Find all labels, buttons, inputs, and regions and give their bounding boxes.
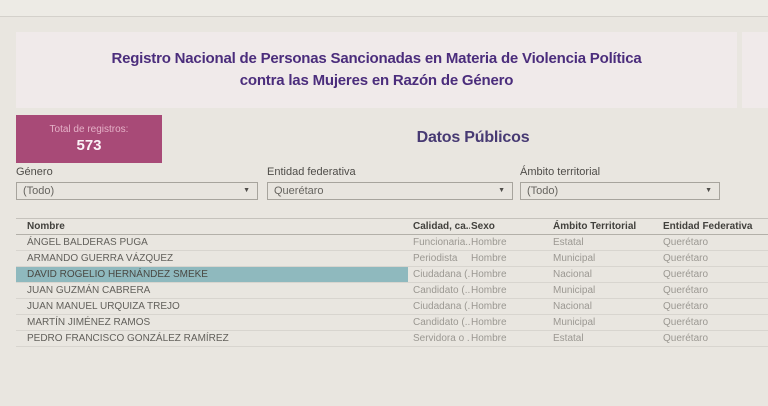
section-heading: Datos Públicos [360,129,586,147]
table-row[interactable]: MARTÍN JIMÉNEZ RAMOSCandidato (..HombreM… [16,315,768,331]
table-cell: ÁNGEL BALDERAS PUGA [16,235,408,250]
filter-dropdown-genero[interactable]: (Todo) ▼ [16,182,258,200]
table-cell: PEDRO FRANCISCO GONZÁLEZ RAMÍREZ [16,331,408,346]
page-title-line1: Registro Nacional de Personas Sancionada… [111,50,641,67]
title-banner-fragment [742,32,768,108]
table-cell: Hombre [470,235,550,250]
table-cell: ARMANDO GUERRA VÁZQUEZ [16,251,408,266]
column-header: Nombre [16,219,408,234]
table-cell: Funcionaria.. [408,235,470,250]
chevron-down-icon: ▼ [243,183,250,199]
filter-selected-value: (Todo) [23,185,54,197]
filter-dropdown-ambito-territorial[interactable]: (Todo) ▼ [520,182,720,200]
table-cell: Servidora o .. [408,331,470,346]
table-cell: JUAN GUZMÁN CABRERA [16,283,408,298]
column-header: Ámbito Territorial [550,219,660,234]
page-title: Registro Nacional de Personas Sancionada… [16,32,737,92]
filter-label-entidad-federativa: Entidad federativa [267,166,356,178]
table-cell: Periodista [408,251,470,266]
table-cell: Municipal [550,283,660,298]
top-chrome-band [0,0,768,17]
table-cell: Municipal [550,251,660,266]
filter-selected-value: (Todo) [527,185,558,197]
table-cell: Hombre [470,283,550,298]
table-cell: Hombre [470,267,550,282]
table-cell: Hombre [470,315,550,330]
table-cell: Querétaro [660,331,768,346]
table-cell: DAVID ROGELIO HERNÁNDEZ SMEKE [16,267,408,282]
table-cell: Hombre [470,331,550,346]
table-cell: Querétaro [660,267,768,282]
table-cell: Nacional [550,299,660,314]
filter-label-genero: Género [16,166,53,178]
table-cell: Ciudadana (.. [408,267,470,282]
table-cell: MARTÍN JIMÉNEZ RAMOS [16,315,408,330]
table-cell: Hombre [470,251,550,266]
table-cell: Querétaro [660,251,768,266]
table-row[interactable]: JUAN GUZMÁN CABRERACandidato (..HombreMu… [16,283,768,299]
column-header: Entidad Federativa [660,219,768,234]
column-header: Sexo [470,219,550,234]
page-title-line2: contra las Mujeres en Razón de Género [240,72,514,89]
table-row[interactable]: ARMANDO GUERRA VÁZQUEZPeriodistaHombreMu… [16,251,768,267]
total-records-badge: Total de registros: 573 [16,115,162,163]
table-cell: Querétaro [660,283,768,298]
chevron-down-icon: ▼ [498,183,505,199]
table-cell: Municipal [550,315,660,330]
total-records-value: 573 [16,137,162,154]
total-records-label: Total de registros: [16,115,162,135]
table-header-row: NombreCalidad, ca..SexoÁmbito Territoria… [16,218,768,235]
table-cell: Candidato (.. [408,283,470,298]
table-row[interactable]: JUAN MANUEL URQUIZA TREJOCiudadana (..Ho… [16,299,768,315]
filter-selected-value: Querétaro [274,185,324,197]
filter-label-ambito-territorial: Ámbito territorial [520,166,600,178]
table-cell: Querétaro [660,315,768,330]
table-cell: Hombre [470,299,550,314]
title-banner: Registro Nacional de Personas Sancionada… [16,32,737,108]
filter-dropdown-entidad-federativa[interactable]: Querétaro ▼ [267,182,513,200]
table-cell: Querétaro [660,299,768,314]
chevron-down-icon: ▼ [705,183,712,199]
table-cell: Ciudadana (.. [408,299,470,314]
table-row[interactable]: ÁNGEL BALDERAS PUGAFuncionaria..HombreEs… [16,235,768,251]
table-cell: Candidato (.. [408,315,470,330]
table-cell: JUAN MANUEL URQUIZA TREJO [16,299,408,314]
table-cell: Estatal [550,331,660,346]
table-row[interactable]: PEDRO FRANCISCO GONZÁLEZ RAMÍREZServidor… [16,331,768,347]
table-cell: Nacional [550,267,660,282]
column-header: Calidad, ca.. [408,219,470,234]
table-cell: Querétaro [660,235,768,250]
table-cell: Estatal [550,235,660,250]
table-row[interactable]: DAVID ROGELIO HERNÁNDEZ SMEKECiudadana (… [16,267,768,283]
